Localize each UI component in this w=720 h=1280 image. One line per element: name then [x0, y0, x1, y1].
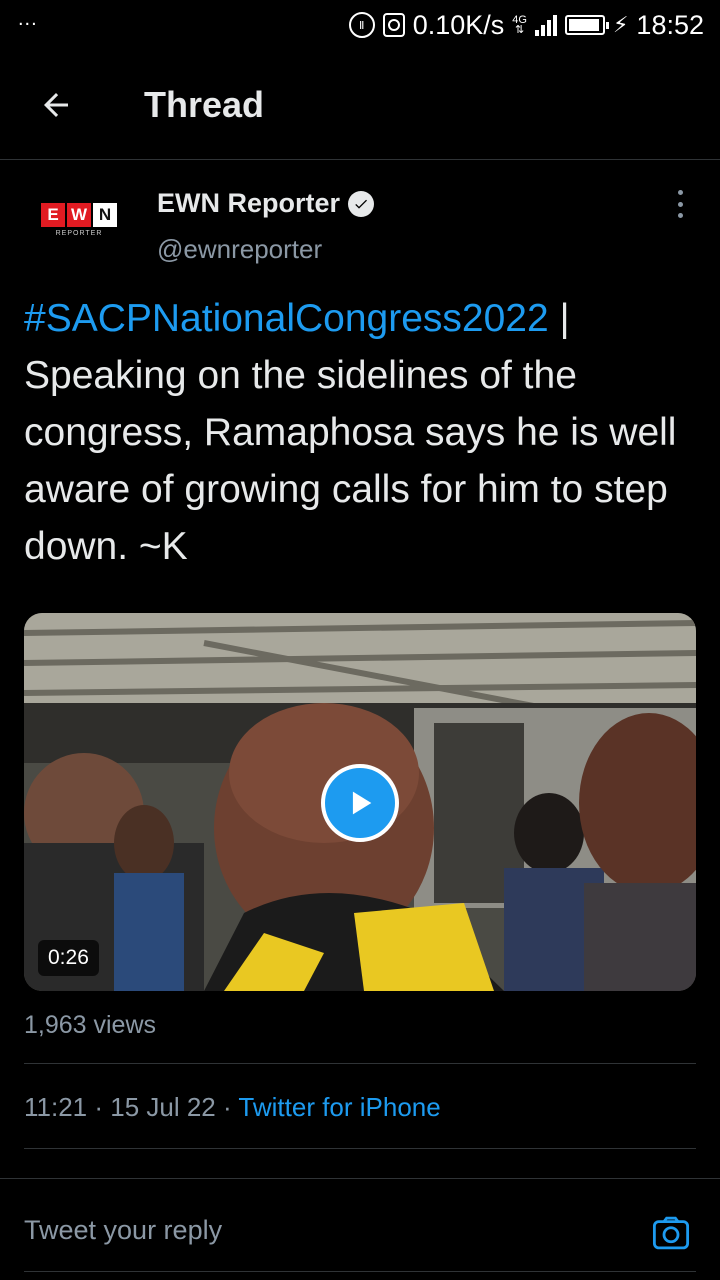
divider	[24, 1148, 696, 1149]
tweet-source-link[interactable]: Twitter for iPhone	[238, 1092, 440, 1122]
more-options-icon[interactable]	[670, 190, 690, 218]
author-name-row[interactable]: EWN Reporter	[157, 188, 375, 219]
tweet[interactable]: E W N REPORTER EWN Reporter @ewnreporter…	[24, 160, 696, 1149]
tweet-author: E W N REPORTER EWN Reporter @ewnreporter	[24, 160, 696, 280]
hashtag-link[interactable]: #SACPNationalCongress2022	[24, 297, 549, 340]
logo-letter-w: W	[67, 203, 91, 227]
recording-icon: Ⅱ	[348, 12, 375, 38]
reply-bar: Tweet your reply	[0, 1178, 720, 1278]
avatar[interactable]: E W N REPORTER	[24, 190, 134, 250]
battery-icon	[564, 15, 609, 35]
status-icons: Ⅱ 0.10K/s 4G ⇅ ⚡ 18:52	[348, 9, 704, 41]
page-title: Thread	[144, 83, 265, 125]
thread-header: Thread	[0, 50, 720, 160]
verified-badge-icon	[348, 190, 375, 217]
logo-letter-n: N	[93, 203, 117, 227]
network-type-icon: 4G ⇅	[512, 14, 527, 36]
arrow-left-icon	[44, 92, 68, 117]
view-count: 1,963 views	[24, 1011, 157, 1039]
clock: 18:52	[636, 9, 704, 40]
camera-icon[interactable]	[650, 1212, 692, 1254]
vpn-icon	[382, 13, 405, 37]
ewn-logo: E W N	[41, 203, 117, 227]
back-button[interactable]	[0, 50, 112, 160]
play-button[interactable]	[321, 764, 399, 842]
divider	[24, 1063, 696, 1064]
author-handle[interactable]: @ewnreporter	[157, 234, 322, 265]
tweet-timestamp: 11:21 · 15 Jul 22 ·	[24, 1092, 239, 1122]
video-player[interactable]: 0:26	[24, 613, 696, 991]
notification-dots: ...	[18, 7, 38, 30]
battery-fill	[568, 19, 600, 31]
reply-underline	[24, 1271, 696, 1272]
tweet-text: #SACPNationalCongress2022 | Speaking on …	[24, 290, 696, 575]
video-duration: 0:26	[38, 940, 99, 976]
play-icon	[352, 791, 372, 815]
tweet-meta: 11:21 · 15 Jul 22 · Twitter for iPhone	[24, 1092, 441, 1123]
status-bar: ... Ⅱ 0.10K/s 4G ⇅ ⚡ 18:52	[0, 0, 720, 50]
signal-icon	[534, 14, 557, 36]
author-name: EWN Reporter	[157, 188, 341, 218]
logo-letter-e: E	[41, 203, 65, 227]
logo-subtitle: REPORTER	[55, 230, 103, 237]
reply-input[interactable]: Tweet your reply	[24, 1215, 222, 1246]
charging-icon: ⚡	[612, 12, 629, 37]
net-speed: 0.10K/s	[412, 9, 505, 40]
